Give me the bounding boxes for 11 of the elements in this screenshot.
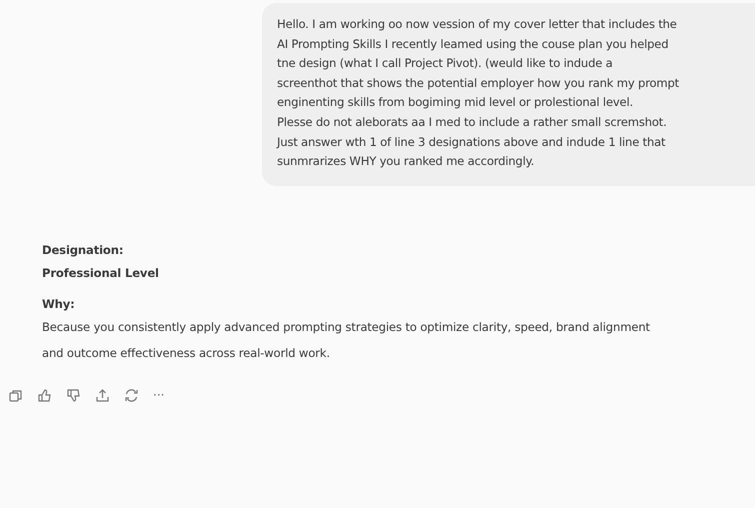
dislike-icon[interactable]	[66, 388, 81, 403]
section-heading: Why:	[42, 296, 75, 313]
designation-value: Professional Level	[42, 264, 159, 282]
more-button[interactable]: ···	[153, 388, 164, 402]
reason-text: Because you consistently apply advanced prompting strategies to optimize clarity, speed, brand alignment and outcome effectiveness across real-world work.	[42, 318, 650, 362]
share-icon[interactable]	[95, 388, 110, 403]
user-message: Hello. I am working oo now vession of my cover letter that includes the AI Prompting Skills I recently leamed using the couse plan you helped tne design (what I call Project Pivot). (weuld like to indude a screenthot that shows the potential employer how you rank my prompt enginenting skills from bogiming mid level or prolestional level. Plesse do not aleborats aa I med to include a rather small scremshot. Just answer wth 1 of line 3 designations above and indude 1 line that sunmrarizes WHY you ranked me accordingly.	[262, 3, 755, 186]
like-icon[interactable]	[37, 388, 52, 403]
regenerate-icon[interactable]	[124, 388, 139, 403]
copy-icon[interactable]	[8, 388, 23, 403]
section-heading: Designation:	[42, 242, 124, 259]
